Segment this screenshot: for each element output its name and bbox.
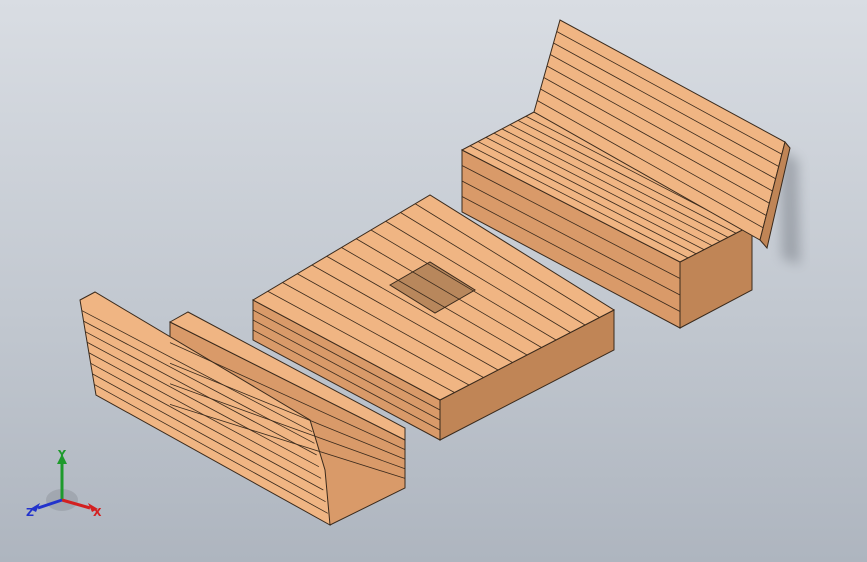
z-axis-label: Z: [26, 506, 34, 519]
coordinate-triad: Y X Z: [26, 448, 102, 519]
x-axis-label: X: [93, 506, 102, 519]
y-axis-label: Y: [57, 448, 67, 461]
model-scene[interactable]: [0, 0, 867, 562]
graphics-viewport[interactable]: Y X Z: [0, 0, 867, 562]
